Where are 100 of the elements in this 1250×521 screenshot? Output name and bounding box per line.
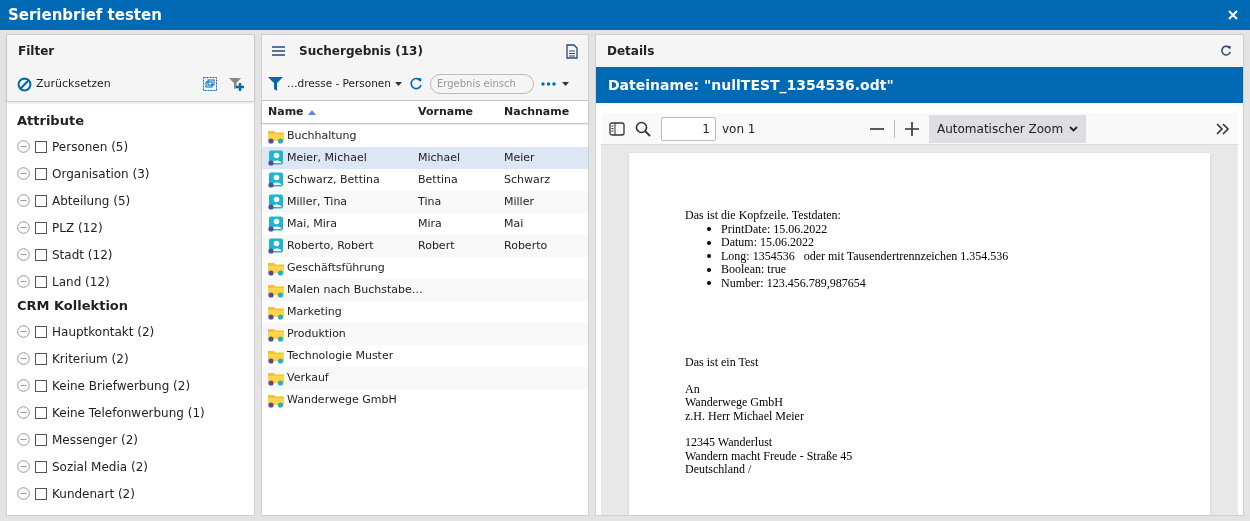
minus-circle-icon[interactable] bbox=[17, 406, 30, 419]
filter-option-label[interactable]: Keine Briefwerbung (2) bbox=[52, 376, 191, 395]
name-cell-text: Verkauf bbox=[287, 369, 329, 386]
filter-option-label[interactable]: Kriterium (2) bbox=[52, 349, 129, 368]
minus-circle-icon[interactable] bbox=[17, 194, 30, 207]
checkbox[interactable] bbox=[35, 167, 47, 180]
window-title: Serienbrief testen bbox=[8, 4, 162, 26]
folder-icon bbox=[268, 282, 284, 298]
minus-circle-icon[interactable] bbox=[17, 460, 30, 473]
minus-circle-icon[interactable] bbox=[17, 221, 30, 234]
sort-ascending-icon bbox=[307, 109, 316, 115]
section-heading: Attribute bbox=[17, 112, 85, 131]
minus-circle-icon[interactable] bbox=[17, 433, 30, 446]
page-count-label: von 1 bbox=[722, 120, 756, 138]
contact-card-icon bbox=[268, 216, 284, 232]
panel-title: Filter bbox=[18, 43, 55, 60]
minus-circle-icon[interactable] bbox=[17, 275, 30, 288]
search-icon[interactable] bbox=[635, 120, 651, 137]
filter-option-label[interactable]: Stadt (12) bbox=[52, 245, 113, 264]
name-cell-text: Geschäftsführung bbox=[287, 259, 385, 276]
filter-option-label[interactable]: Organisation (3) bbox=[52, 164, 150, 183]
minus-circle-icon[interactable] bbox=[17, 379, 30, 392]
contact-card-icon bbox=[268, 150, 284, 166]
result-row[interactable]: Malen nach Buchstabe… bbox=[262, 279, 588, 301]
minus-circle-icon[interactable] bbox=[17, 487, 30, 500]
checkbox[interactable] bbox=[35, 275, 47, 288]
checkbox[interactable] bbox=[35, 221, 47, 234]
filter-option-label[interactable]: Messenger (2) bbox=[52, 430, 138, 449]
last-name-cell-text: Miller bbox=[504, 193, 534, 210]
checkbox[interactable] bbox=[35, 352, 47, 365]
column-header[interactable]: Vorname bbox=[418, 103, 474, 121]
select-all-icon[interactable] bbox=[203, 77, 217, 91]
filter-option-label[interactable]: Abteilung (5) bbox=[52, 191, 131, 210]
text-line: z.H. Herr Michael Meier bbox=[685, 409, 805, 423]
name-cell-text: Malen nach Buchstabe… bbox=[287, 281, 423, 298]
name-cell-text: Schwarz, Bettina bbox=[287, 171, 380, 188]
zoom-dropdown[interactable]: Automatischer Zoom bbox=[929, 114, 1086, 143]
sidebar-toggle-icon[interactable] bbox=[609, 121, 625, 136]
filter-option-label[interactable]: Sozial Media (2) bbox=[52, 457, 148, 476]
result-row[interactable]: Meier, Michael Michael Meier bbox=[262, 147, 588, 169]
checkbox[interactable] bbox=[35, 325, 47, 338]
first-name-cell-text: Bettina bbox=[418, 171, 458, 188]
reset-button[interactable]: Zurücksetzen bbox=[17, 75, 111, 93]
text-line: 12345 Wanderlust bbox=[685, 436, 774, 450]
filter-option-label[interactable]: Personen (5) bbox=[52, 137, 129, 156]
folder-icon bbox=[268, 326, 284, 342]
text-line: Das ist ein Test bbox=[685, 356, 760, 370]
checkbox[interactable] bbox=[35, 433, 47, 446]
filter-option-label[interactable]: Keine Telefonwerbung (1) bbox=[52, 403, 205, 422]
checkbox[interactable] bbox=[35, 460, 47, 473]
column-header[interactable]: Nachname bbox=[504, 103, 570, 121]
checkbox[interactable] bbox=[35, 194, 47, 207]
filter-option-label[interactable]: Hauptkontakt (2) bbox=[52, 322, 155, 341]
bullet-icon bbox=[707, 281, 711, 286]
minus-circle-icon[interactable] bbox=[17, 140, 30, 153]
name-cell-text: Produktion bbox=[287, 325, 346, 342]
first-name-cell-text: Mira bbox=[418, 215, 442, 232]
name-cell-text: Wanderwege GmbH bbox=[287, 391, 397, 408]
text-line: An bbox=[685, 382, 701, 396]
add-filter-icon[interactable] bbox=[229, 77, 244, 91]
checkbox[interactable] bbox=[35, 248, 47, 261]
bullet-icon bbox=[707, 240, 711, 245]
minus-circle-icon[interactable] bbox=[17, 325, 30, 338]
filter-dropdown[interactable]: …dresse - Personen bbox=[268, 75, 402, 92]
name-cell-text: Technologie Muster bbox=[287, 347, 394, 364]
result-row[interactable]: Roberto, Robert Robert Roberto bbox=[262, 235, 588, 257]
minus-circle-icon[interactable] bbox=[17, 167, 30, 180]
text-line: Deutschland / bbox=[685, 463, 753, 477]
checkbox[interactable] bbox=[35, 379, 47, 392]
bullet-icon bbox=[707, 267, 711, 272]
checkbox[interactable] bbox=[35, 406, 47, 419]
result-row[interactable]: Miller, Tina Tina Miller bbox=[262, 191, 588, 213]
menu-icon[interactable] bbox=[272, 46, 285, 56]
name-cell-text: Roberto, Robert bbox=[287, 237, 374, 254]
refresh-icon[interactable] bbox=[409, 76, 423, 91]
contact-card-icon bbox=[268, 194, 284, 210]
filter-option-label[interactable]: Land (12) bbox=[52, 272, 110, 291]
bullet-icon bbox=[707, 254, 711, 259]
result-row[interactable]: Produktion bbox=[262, 323, 588, 345]
folder-icon bbox=[268, 392, 284, 408]
column-header[interactable]: Name bbox=[268, 103, 316, 121]
search-field[interactable]: Ergebnis einsch bbox=[430, 73, 534, 94]
name-cell-text: Buchhaltung bbox=[287, 127, 357, 144]
close-icon[interactable] bbox=[1228, 10, 1238, 20]
document-icon[interactable] bbox=[566, 43, 578, 59]
page-number-field[interactable]: 1 bbox=[661, 116, 716, 141]
text-line: Wanderwege GmbH bbox=[685, 396, 784, 410]
text-line: Das ist die Kopfzeile. Testdaten: bbox=[685, 209, 842, 223]
folder-icon bbox=[268, 304, 284, 320]
zoom-in-icon[interactable] bbox=[905, 121, 919, 136]
checkbox[interactable] bbox=[35, 140, 47, 153]
filter-option-label[interactable]: Kundenart (2) bbox=[52, 484, 135, 503]
double-chevron-icon[interactable] bbox=[1216, 122, 1230, 135]
filter-option-label[interactable]: PLZ (12) bbox=[52, 218, 103, 237]
refresh-icon[interactable] bbox=[1220, 45, 1232, 57]
result-row[interactable]: Verkauf bbox=[262, 367, 588, 389]
minus-circle-icon[interactable] bbox=[17, 352, 30, 365]
checkbox[interactable] bbox=[35, 487, 47, 500]
more-button[interactable] bbox=[541, 81, 569, 86]
minus-circle-icon[interactable] bbox=[17, 248, 30, 261]
